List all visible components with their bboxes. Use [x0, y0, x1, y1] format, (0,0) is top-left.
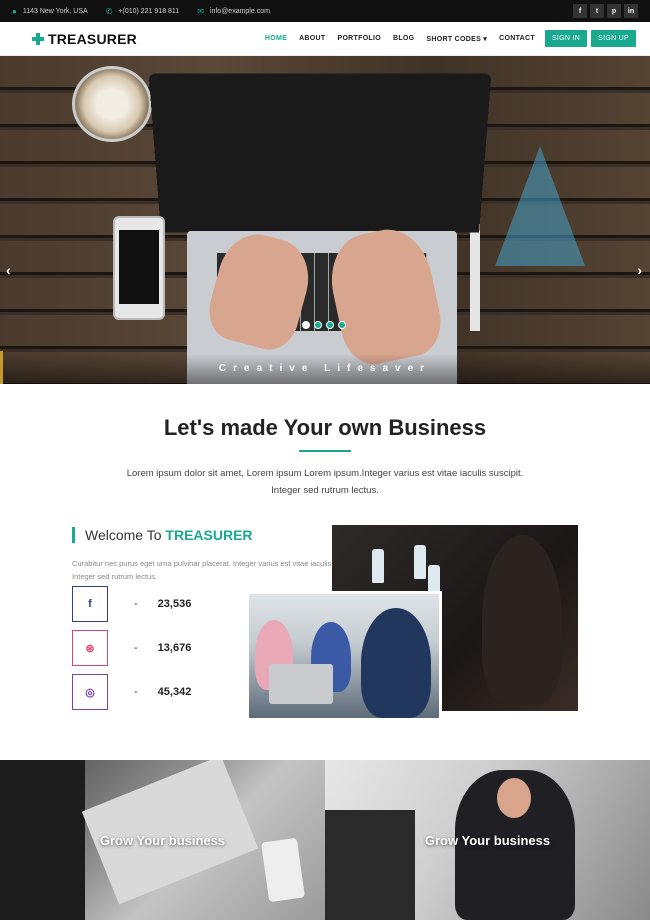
slider-next-icon[interactable]: ›	[637, 262, 642, 278]
email-item[interactable]: ✉ info@example.com	[197, 7, 270, 16]
stat-value: 23,536	[157, 598, 192, 610]
hero-slider: ‹ › Creative Lifesaver	[0, 56, 650, 384]
welcome-title: Welcome To TREASURER	[72, 527, 253, 543]
map-pin-icon: ●	[12, 6, 17, 16]
stat-dash: -	[134, 642, 138, 654]
phone-icon: ✆	[105, 6, 113, 16]
intro-section: Let's made Your own Business Lorem ipsum…	[0, 384, 650, 499]
card-label[interactable]: Grow Your business	[100, 833, 225, 848]
smartphone	[113, 216, 165, 320]
facebook-icon[interactable]: f	[72, 586, 108, 622]
welcome-section: Welcome To TREASURER Curabitur nec purus…	[0, 499, 650, 749]
slider-dot[interactable]	[338, 321, 346, 329]
nav-short-codes[interactable]: SHORT CODES ▾	[420, 35, 493, 43]
hero-caption: Creative Lifesaver	[218, 363, 432, 374]
instagram-icon[interactable]: ◎	[72, 674, 108, 710]
drink-glass	[72, 66, 152, 142]
phone-text: +(010) 221 918 811	[118, 7, 180, 15]
water-bottle	[414, 545, 426, 579]
feature-card[interactable]: Grow Your business	[325, 760, 650, 920]
mail-icon: ✉	[197, 6, 204, 16]
twitter-icon[interactable]: t	[590, 4, 604, 18]
office-team-photo	[246, 591, 442, 721]
dribbble-icon[interactable]: ⊛	[72, 630, 108, 666]
main-nav: TREASURER HOME ABOUT PORTFOLIO BLOG SHOR…	[0, 22, 650, 56]
slider-dot[interactable]	[326, 321, 334, 329]
phone-item: ✆ +(010) 221 918 811	[106, 7, 180, 16]
sign-in-button[interactable]: SIGN IN	[544, 30, 588, 47]
site-logo[interactable]: TREASURER	[32, 31, 137, 47]
nav-menu: HOME ABOUT PORTFOLIO BLOG SHORT CODES ▾ …	[259, 30, 636, 47]
social-links: f t p in	[573, 4, 638, 18]
stat-dash: -	[134, 686, 138, 698]
slider-dot[interactable]	[302, 321, 310, 329]
nav-about[interactable]: ABOUT	[293, 35, 331, 42]
nav-home[interactable]: HOME	[259, 35, 293, 42]
welcome-text: Curabitur nec purus eget urna pulvinar p…	[72, 559, 361, 581]
phone-image	[260, 837, 306, 903]
person-face	[497, 778, 531, 818]
stat-dash: -	[134, 598, 138, 610]
address-text: 1143 New York, USA	[22, 7, 88, 15]
stat-value: 13,676	[157, 642, 192, 654]
laptop-image	[269, 664, 333, 704]
feature-cards: Grow Your business Grow Your business	[0, 760, 650, 920]
email-text[interactable]: info@example.com	[210, 8, 270, 15]
facebook-icon[interactable]: f	[573, 4, 587, 18]
nav-portfolio[interactable]: PORTFOLIO	[331, 35, 387, 42]
intro-text: Lorem ipsum dolor sit amet, Lorem ipsum …	[126, 468, 524, 496]
slider-prev-icon[interactable]: ‹	[6, 262, 11, 278]
welcome-brand: TREASURER	[165, 527, 253, 543]
feature-card[interactable]: Grow Your business	[0, 760, 325, 920]
person-silhouette	[0, 760, 85, 920]
section-title: Let's made Your own Business	[163, 415, 487, 440]
water-bottle	[372, 549, 384, 583]
nav-contact[interactable]: CONTACT	[493, 35, 541, 42]
card-label[interactable]: Grow Your business	[425, 833, 550, 848]
person-silhouette	[482, 535, 562, 705]
pinterest-icon[interactable]: p	[607, 4, 621, 18]
logo-text: TREASURER	[48, 30, 137, 47]
welcome-prefix: Welcome To	[85, 527, 166, 543]
nav-blog[interactable]: BLOG	[387, 35, 420, 42]
title-underline	[299, 450, 351, 452]
set-square	[495, 146, 585, 266]
slider-dots	[302, 321, 346, 329]
laptop-screen	[148, 73, 492, 233]
logo-cross-icon	[32, 32, 44, 45]
top-bar: ● 1143 New York, USA ✆ +(010) 221 918 81…	[0, 0, 650, 22]
sign-up-button[interactable]: SIGN UP	[591, 30, 636, 47]
stat-value: 45,342	[157, 686, 192, 698]
monitor-image	[325, 810, 415, 920]
linkedin-icon[interactable]: in	[624, 4, 638, 18]
person-figure	[361, 608, 431, 718]
slider-dot[interactable]	[314, 321, 322, 329]
address-item: ● 1143 New York, USA	[12, 7, 88, 16]
